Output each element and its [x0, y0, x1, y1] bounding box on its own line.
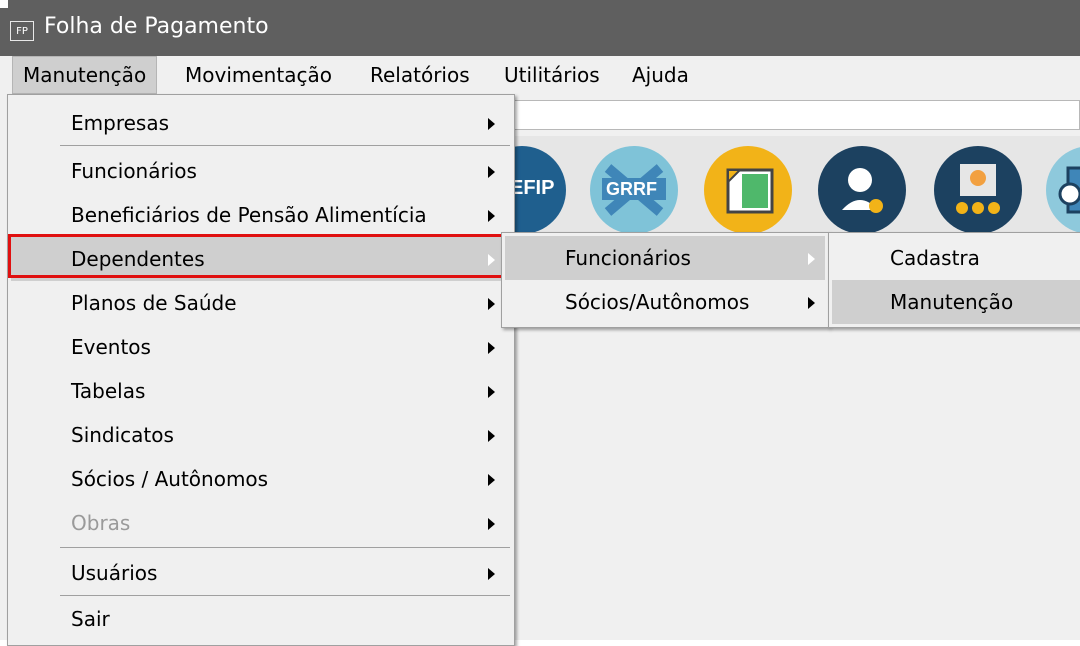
- submenu-item-manutencao[interactable]: Manutenção: [832, 280, 1080, 324]
- menu-bar: Manutenção Movimentação Relatórios Utili…: [0, 56, 1080, 94]
- submenu-item-cadastra[interactable]: Cadastra: [832, 236, 1080, 280]
- window-title: Folha de Pagamento: [44, 14, 269, 39]
- meeting-icon[interactable]: [934, 146, 1022, 234]
- menu-utilitarios[interactable]: Utilitários: [494, 56, 610, 94]
- title-corner: [0, 0, 8, 8]
- menu-item-usuarios[interactable]: Usuários: [11, 551, 511, 595]
- menu-item-obras: Obras: [11, 501, 511, 545]
- menu-item-socios-autonomos[interactable]: Sócios / Autônomos: [11, 457, 511, 501]
- title-bar: FP Folha de Pagamento: [0, 0, 1080, 56]
- submenu-arrow-icon: [488, 118, 495, 130]
- menu-relatorios[interactable]: Relatórios: [360, 56, 480, 94]
- submenu-arrow-icon: [488, 474, 495, 486]
- menu-item-empresas[interactable]: Empresas: [11, 101, 511, 145]
- menu-separator: [60, 547, 510, 548]
- menu-ajuda[interactable]: Ajuda: [622, 56, 699, 94]
- submenu-arrow-icon: [488, 568, 495, 580]
- menu-item-sindicatos[interactable]: Sindicatos: [11, 413, 511, 457]
- export-icon[interactable]: [1046, 146, 1080, 234]
- submenu-arrow-icon: [488, 518, 495, 530]
- submenu-arrow-icon: [488, 166, 495, 178]
- submenu-arrow-icon: [488, 430, 495, 442]
- submenu-arrow-icon: [808, 253, 815, 265]
- menu-item-funcionarios[interactable]: Funcionários: [11, 149, 511, 193]
- submenu-arrow-icon: [488, 298, 495, 310]
- document-icon[interactable]: [704, 146, 792, 234]
- menu-item-beneficiarios[interactable]: Beneficiários de Pensão Alimentícia: [11, 193, 511, 237]
- submenu-arrow-icon: [808, 297, 815, 309]
- funcionarios-submenu: Cadastra Manutenção: [828, 232, 1080, 328]
- menu-item-sair[interactable]: Sair: [11, 597, 511, 641]
- manutencao-dropdown: Empresas Funcionários Beneficiários de P…: [7, 94, 515, 646]
- menu-separator: [60, 595, 510, 596]
- submenu-item-funcionarios[interactable]: Funcionários: [505, 236, 825, 280]
- support-agent-icon[interactable]: [818, 146, 906, 234]
- menu-movimentacao[interactable]: Movimentação: [175, 56, 342, 94]
- menu-separator: [60, 145, 510, 146]
- submenu-item-socios-autonomos[interactable]: Sócios/Autônomos: [505, 280, 825, 324]
- menu-item-tabelas[interactable]: Tabelas: [11, 369, 511, 413]
- submenu-arrow-icon: [488, 386, 495, 398]
- grrf-icon[interactable]: GRRF: [590, 146, 678, 234]
- menu-item-planos-de-saude[interactable]: Planos de Saúde: [11, 281, 511, 325]
- app-icon: FP: [10, 21, 34, 41]
- address-field[interactable]: [500, 100, 1080, 130]
- menu-manutencao[interactable]: Manutenção: [12, 56, 158, 94]
- dependentes-submenu: Funcionários Sócios/Autônomos: [501, 232, 829, 328]
- submenu-arrow-icon: [488, 210, 495, 222]
- annotation-highlight-box: [8, 234, 504, 278]
- menu-item-eventos[interactable]: Eventos: [11, 325, 511, 369]
- submenu-arrow-icon: [488, 342, 495, 354]
